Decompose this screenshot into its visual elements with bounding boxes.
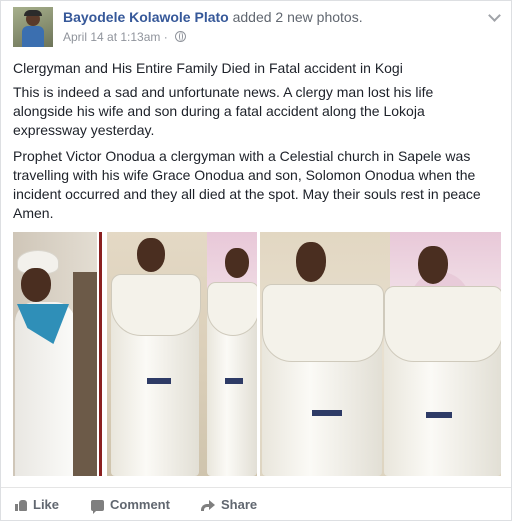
- thumbs-up-icon: [15, 499, 27, 511]
- facebook-post-card: Bayodele Kolawole Plato added 2 new phot…: [0, 0, 512, 521]
- post-header: Bayodele Kolawole Plato added 2 new phot…: [63, 9, 363, 25]
- comment-label: Comment: [110, 497, 170, 512]
- comment-button[interactable]: Comment: [91, 497, 170, 514]
- like-label: Like: [33, 497, 60, 512]
- chevron-down-icon[interactable]: [488, 9, 501, 22]
- meta-separator: ·: [163, 30, 168, 44]
- globe-icon[interactable]: [175, 31, 187, 42]
- comment-icon: [91, 500, 104, 514]
- photo-clergymen-1[interactable]: [107, 232, 257, 476]
- photo-divider: [99, 232, 102, 476]
- post-paragraph-title: Clergyman and His Entire Family Died in …: [13, 60, 403, 76]
- post-action-bar: Like Comment Share: [1, 487, 511, 521]
- author-avatar[interactable]: [13, 7, 53, 47]
- photo-woman[interactable]: [13, 232, 97, 476]
- post-meta: April 14 at 1:13am ·: [63, 30, 187, 44]
- like-button[interactable]: Like: [15, 497, 59, 512]
- post-timestamp[interactable]: April 14 at 1:13am: [63, 30, 160, 44]
- post-paragraph-details: Prophet Victor Onodua a clergyman with a…: [13, 148, 481, 221]
- post-action-text: added 2 new photos.: [232, 9, 363, 25]
- photo-clergymen-2[interactable]: [260, 232, 501, 476]
- share-icon: [201, 500, 215, 511]
- share-label: Share: [221, 497, 258, 512]
- photo-grid: [13, 232, 501, 476]
- author-name-link[interactable]: Bayodele Kolawole Plato: [63, 9, 229, 25]
- share-button[interactable]: Share: [201, 497, 257, 512]
- post-paragraph-summary: This is indeed a sad and unfortunate new…: [13, 84, 434, 138]
